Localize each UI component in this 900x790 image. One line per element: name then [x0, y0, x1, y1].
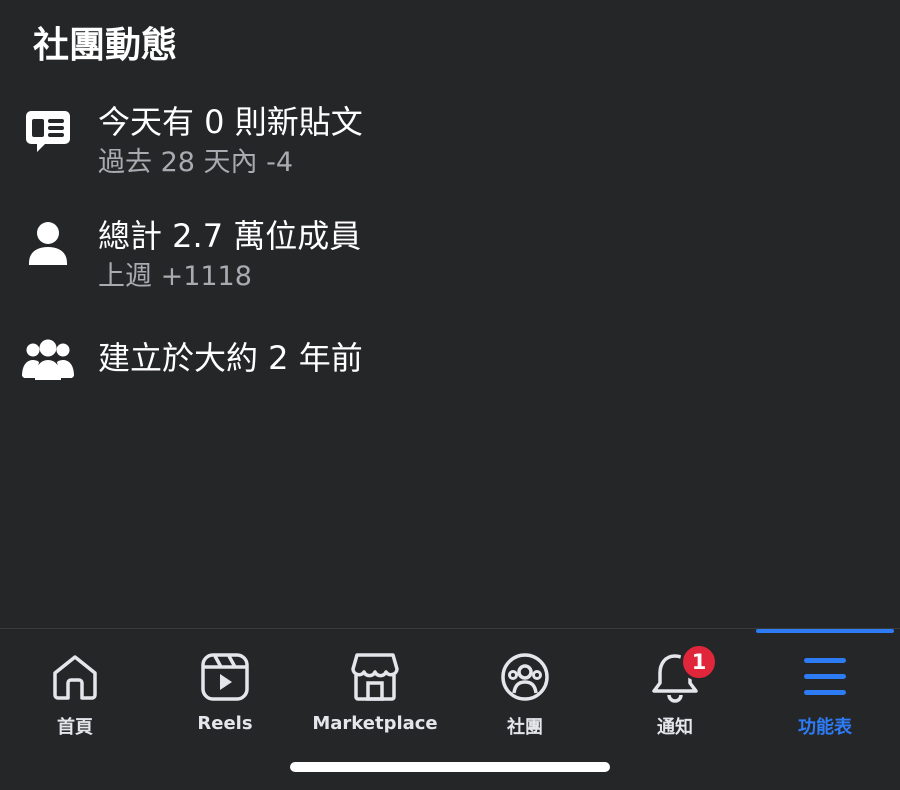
section-title: 社團動態: [33, 25, 178, 66]
tab-label: 通知: [657, 717, 693, 738]
stat-main-text: 建立於大約 2 年前: [98, 339, 363, 377]
stat-main-text: 總計 2.7 萬位成員: [98, 217, 362, 255]
posts-icon: [22, 106, 74, 158]
stat-row-created: 建立於大約 2 年前: [0, 336, 900, 386]
tab-marketplace[interactable]: Marketplace: [300, 629, 450, 749]
home-icon: [49, 651, 101, 703]
person-icon: [22, 218, 74, 270]
stat-row-posts: 今天有 0 則新貼文 過去 28 天內 -4: [0, 100, 900, 190]
home-indicator[interactable]: [290, 762, 610, 772]
menu-icon: [799, 651, 851, 703]
tab-label: 首頁: [57, 717, 93, 738]
tab-label: Reels: [197, 713, 253, 734]
tab-label: 社團: [507, 717, 543, 738]
tab-groups[interactable]: 社團: [450, 629, 600, 749]
groups-icon: [499, 651, 551, 703]
stat-sub-text: 上週 +1118: [98, 261, 252, 292]
marketplace-icon: [349, 651, 401, 703]
stat-main-text: 今天有 0 則新貼文: [98, 103, 363, 141]
group-icon: [22, 334, 74, 386]
tab-menu[interactable]: 功能表: [750, 629, 900, 749]
stat-sub-text: 過去 28 天內 -4: [98, 147, 294, 178]
tab-reels[interactable]: Reels: [150, 629, 300, 749]
notification-badge: 1: [680, 643, 718, 681]
tab-notifications[interactable]: 1 通知: [600, 629, 750, 749]
reels-icon: [199, 651, 251, 703]
stat-row-members: 總計 2.7 萬位成員 上週 +1118: [0, 214, 900, 304]
tab-label: Marketplace: [312, 713, 438, 734]
tab-home[interactable]: 首頁: [0, 629, 150, 749]
tab-label: 功能表: [798, 717, 852, 738]
